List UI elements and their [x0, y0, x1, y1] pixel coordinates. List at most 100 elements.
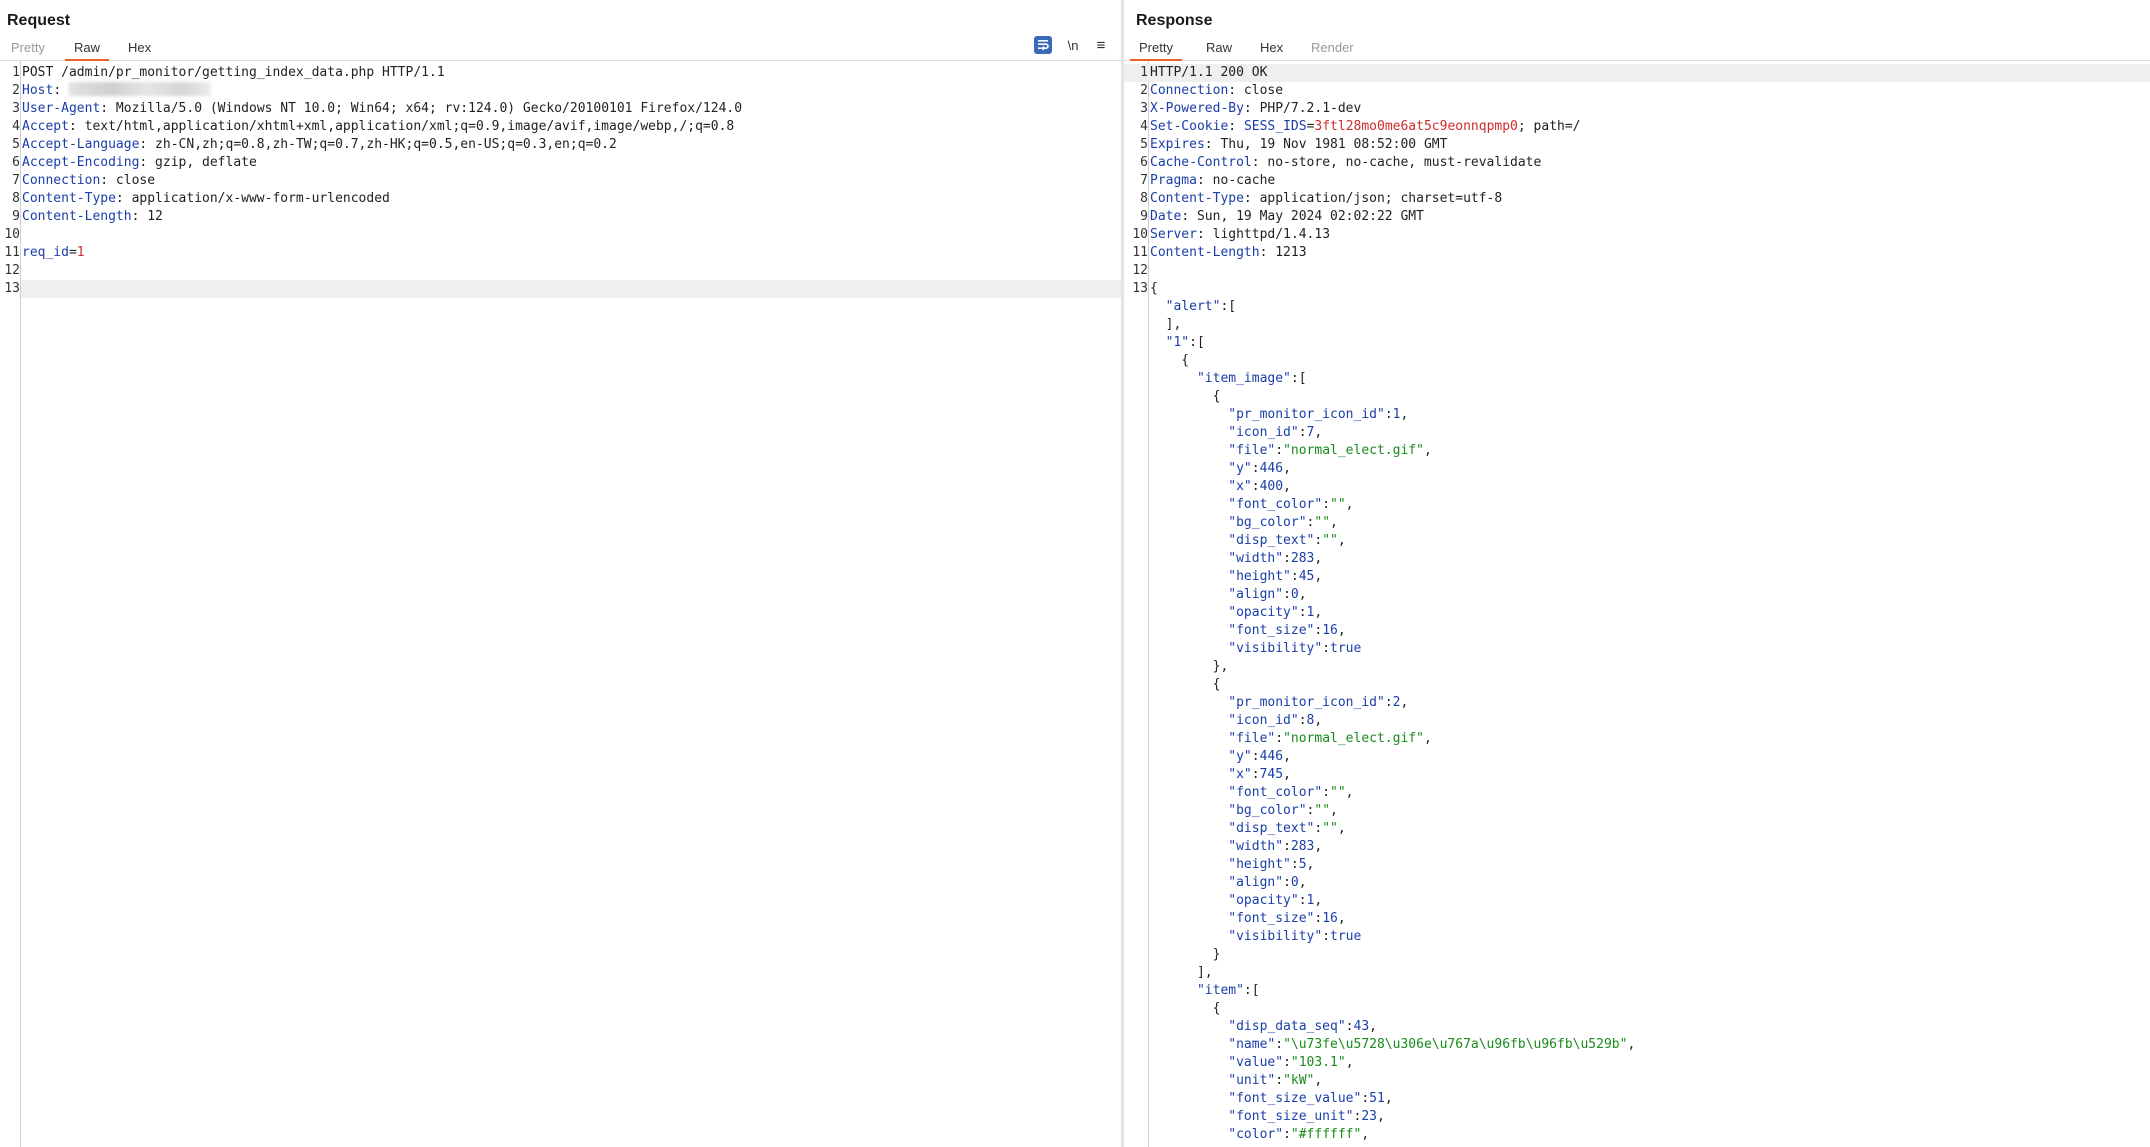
response-code-line[interactable]: }, [1124, 658, 2150, 676]
code-token: ], [1150, 965, 1213, 980]
response-code-line[interactable]: "file":"normal_elect.gif", [1124, 730, 2150, 748]
response-code-line[interactable]: "font_size_unit":23, [1124, 1108, 2150, 1126]
response-code-line[interactable]: "1":[ [1124, 334, 2150, 352]
response-code-line[interactable]: "item_image":[ [1124, 370, 2150, 388]
response-code-line[interactable]: 8 Content-Type: application/json; charset… [1124, 190, 2150, 208]
code-token: : no-store, no-cache, must-revalidate [1251, 155, 1542, 170]
code-token: : [1322, 929, 1331, 944]
response-code-line[interactable]: "icon_id":8, [1124, 712, 2150, 730]
response-code-line[interactable]: 11 Content-Length: 1213 [1124, 244, 2150, 262]
response-code-line[interactable]: { [1124, 352, 2150, 370]
response-code-line[interactable]: "icon_id":7, [1124, 424, 2150, 442]
response-code-line[interactable]: "opacity":1, [1124, 892, 2150, 910]
request-editor[interactable]: 1 POST /admin/pr_monitor/getting_index_da… [0, 61, 1121, 1147]
request-code-line[interactable]: 13 [4, 280, 1121, 298]
response-code-line[interactable]: 9 Date: Sun, 19 May 2024 02:02:22 GMT [1124, 208, 2150, 226]
request-tab-hex[interactable]: Hex [119, 39, 160, 59]
response-title: Response [1136, 12, 1213, 29]
response-code-line[interactable]: "file":"normal_elect.gif", [1124, 442, 2150, 460]
line-content: "icon_id":8, [1150, 712, 1322, 730]
code-token: "opacity" [1150, 605, 1299, 620]
response-code-line[interactable]: "pr_monitor_icon_id":2, [1124, 694, 2150, 712]
code-token: "pr_monitor_icon_id" [1150, 407, 1385, 422]
response-code-line[interactable]: "font_size":16, [1124, 910, 2150, 928]
response-code-line[interactable]: "disp_text":"", [1124, 532, 2150, 550]
response-code-line[interactable]: 1 HTTP/1.1 200 OK [1124, 64, 2150, 82]
response-code-line[interactable]: "visibility":true [1124, 640, 2150, 658]
response-code-line[interactable]: "bg_color":"", [1124, 514, 2150, 532]
request-code-line[interactable]: 3 User-Agent: Mozilla/5.0 (Windows NT 10.… [0, 100, 1121, 118]
request-code-line[interactable]: 6 Accept-Encoding: gzip, deflate [0, 154, 1121, 172]
response-tab-render[interactable]: Render [1302, 39, 1363, 59]
response-code-line[interactable]: ], [1124, 316, 2150, 334]
response-tab-raw[interactable]: Raw [1197, 39, 1241, 59]
response-code-line[interactable]: "opacity":1, [1124, 604, 2150, 622]
response-code-line[interactable]: "bg_color":"", [1124, 802, 2150, 820]
line-content: Connection: close [1150, 82, 1283, 100]
line-number: 11 [4, 245, 20, 260]
request-code-line[interactable]: 2 Host: [0, 82, 1121, 100]
request-code-line[interactable]: 4 Accept: text/html,application/xhtml+xml… [0, 118, 1121, 136]
code-token: { [1150, 677, 1221, 692]
response-code-line[interactable]: "align":0, [1124, 874, 2150, 892]
response-code-line[interactable]: "name":"\u73fe\u5728\u306e\u767a\u96fb\u… [1124, 1036, 2150, 1054]
response-code-line[interactable]: 10 Server: lighttpd/1.4.13 [1124, 226, 2150, 244]
response-code-line[interactable]: "visibility":true [1124, 928, 2150, 946]
response-tab-hex[interactable]: Hex [1251, 39, 1292, 59]
response-code-line[interactable]: 7 Pragma: no-cache [1124, 172, 2150, 190]
response-editor[interactable]: 1 HTTP/1.1 200 OK 2 Connection: close 3 X-Pow… [1124, 61, 2150, 1147]
response-code-line[interactable]: { [1124, 388, 2150, 406]
request-code-line[interactable]: 5 Accept-Language: zh-CN,zh;q=0.8,zh-TW;q… [0, 136, 1121, 154]
response-code-line[interactable]: "font_size":16, [1124, 622, 2150, 640]
response-code-line[interactable]: { [1124, 676, 2150, 694]
response-code-line[interactable]: "width":283, [1124, 550, 2150, 568]
response-tab-pretty[interactable]: Pretty [1130, 39, 1182, 61]
response-code-line[interactable]: "item":[ [1124, 982, 2150, 1000]
word-wrap-toggle-button[interactable] [1034, 36, 1052, 54]
request-tab-raw[interactable]: Raw [65, 39, 110, 61]
menu-icon[interactable]: ≡ [1093, 37, 1109, 55]
response-code-line[interactable]: "disp_text":"", [1124, 820, 2150, 838]
response-code-line[interactable]: "unit":"kW", [1124, 1072, 2150, 1090]
response-code-line[interactable]: 13{ [1124, 280, 2150, 298]
request-code-line[interactable]: 11 req_id=1 [0, 244, 1121, 262]
response-code-line[interactable]: "disp_data_seq":43, [1124, 1018, 2150, 1036]
response-code-line[interactable]: "font_color":"", [1124, 784, 2150, 802]
code-token: : Sun, 19 May 2024 02:02:22 GMT [1181, 209, 1424, 224]
request-code-line[interactable]: 12 [0, 262, 1121, 280]
response-code-line[interactable]: 12 [1124, 262, 2150, 280]
response-code-line[interactable]: "height":45, [1124, 568, 2150, 586]
response-code-line[interactable]: "align":0, [1124, 586, 2150, 604]
show-newlines-button[interactable]: \n [1064, 37, 1082, 55]
request-tab-pretty[interactable]: Pretty [2, 39, 54, 59]
line-content: "opacity":1, [1150, 604, 1322, 622]
request-code-line[interactable]: 8 Content-Type: application/x-www-form-ur… [0, 190, 1121, 208]
response-code-line[interactable]: "height":5, [1124, 856, 2150, 874]
request-code-line[interactable]: 1 POST /admin/pr_monitor/getting_index_da… [0, 64, 1121, 82]
response-code-line[interactable]: } [1124, 946, 2150, 964]
request-code-line[interactable]: 10 [0, 226, 1121, 244]
response-code-line[interactable]: "x":745, [1124, 766, 2150, 784]
response-code-line[interactable]: 4 Set-Cookie: SESS_IDS=3ftl28mo0me6at5c9e… [1124, 118, 2150, 136]
response-code-line[interactable]: "color":"#ffffff", [1124, 1126, 2150, 1144]
response-code-line[interactable]: 6 Cache-Control: no-store, no-cache, must… [1124, 154, 2150, 172]
response-code-line[interactable]: "font_size_value":51, [1124, 1090, 2150, 1108]
response-code-line[interactable]: "y":446, [1124, 460, 2150, 478]
response-code-line[interactable]: "pr_monitor_icon_id":1, [1124, 406, 2150, 424]
response-code-line[interactable]: "alert":[ [1124, 298, 2150, 316]
response-code-line[interactable]: "font_color":"", [1124, 496, 2150, 514]
response-code-line[interactable]: "y":446, [1124, 748, 2150, 766]
request-code-line[interactable]: 7 Connection: close [0, 172, 1121, 190]
response-code-line[interactable]: 5 Expires: Thu, 19 Nov 1981 08:52:00 GMT [1124, 136, 2150, 154]
code-token: "width" [1150, 839, 1284, 854]
response-code-line[interactable]: "x":400, [1124, 478, 2150, 496]
response-code-line[interactable]: "width":283, [1124, 838, 2150, 856]
response-code-line[interactable]: 3 X-Powered-By: PHP/7.2.1-dev [1124, 100, 2150, 118]
response-code-line[interactable]: "value":"103.1", [1124, 1054, 2150, 1072]
response-code-line[interactable]: { [1124, 1000, 2150, 1018]
response-code-line[interactable]: 2 Connection: close [1124, 82, 2150, 100]
response-code-line[interactable]: ], [1124, 964, 2150, 982]
code-token: Accept-Language [22, 137, 140, 152]
request-code-line[interactable]: 9 Content-Length: 12 [0, 208, 1121, 226]
code-token: Host [22, 83, 54, 98]
